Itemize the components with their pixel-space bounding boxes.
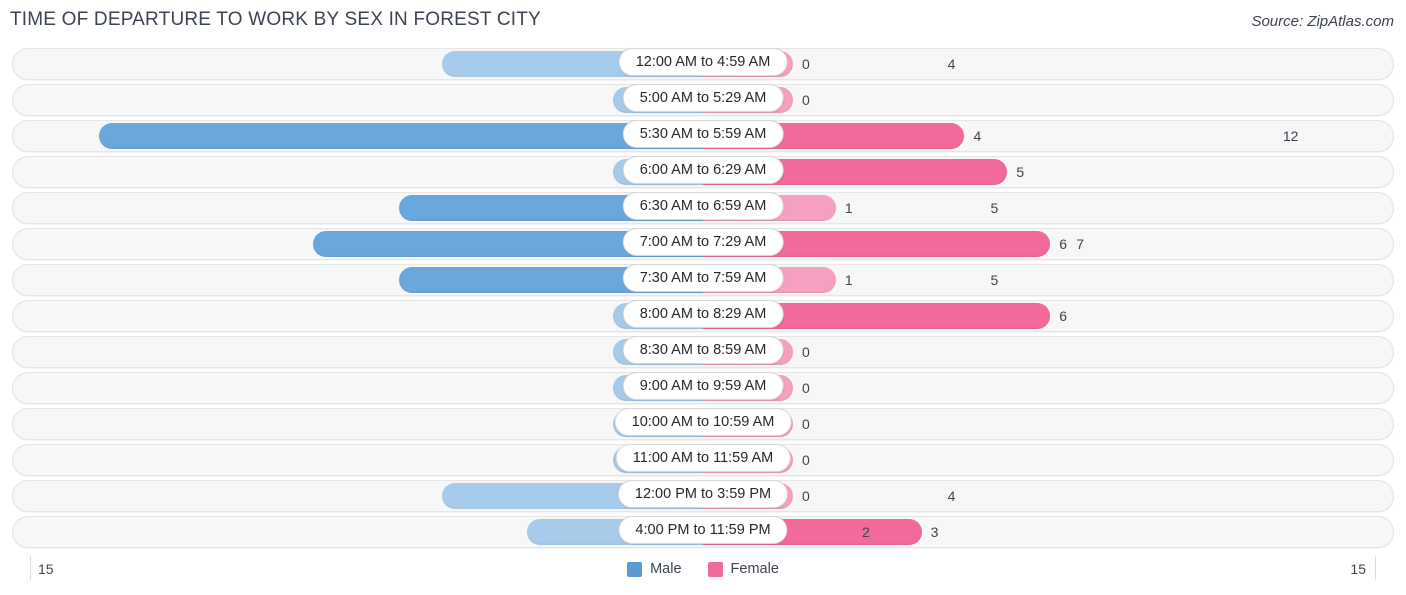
category-label: 8:00 AM to 8:29 AM: [622, 300, 784, 328]
chart-row: 009:00 AM to 9:59 AM: [0, 370, 1406, 406]
chart-row: 0010:00 AM to 10:59 AM: [0, 406, 1406, 442]
category-label: 9:00 AM to 9:59 AM: [622, 372, 784, 400]
bar-value-female: 0: [802, 416, 810, 432]
category-label: 8:30 AM to 8:59 AM: [622, 336, 784, 364]
bar-value-male: 12: [1282, 128, 1299, 144]
bar-value-male: 5: [990, 200, 999, 216]
bar-value-female: 6: [1059, 308, 1067, 324]
bar-value-male: 4: [947, 56, 956, 72]
chart-row: 12 4 5:30 AM to 5:59 AM: [0, 118, 1406, 154]
chart-row: 2 3 4:00 PM to 11:59 PM: [0, 514, 1406, 550]
category-label: 5:00 AM to 5:29 AM: [622, 84, 784, 112]
bar-value-female: 5: [1016, 164, 1025, 180]
category-label: 7:30 AM to 7:59 AM: [622, 264, 784, 292]
chart-header: TIME OF DEPARTURE TO WORK BY SEX IN FORE…: [0, 0, 1406, 44]
category-label: 6:30 AM to 6:59 AM: [622, 192, 784, 220]
bar-value-female: 0: [802, 344, 810, 360]
legend-label: Male: [650, 561, 682, 577]
bar-value-female: 0: [802, 488, 810, 504]
chart-plot-area: 4 0 12:00 AM to 4:59 AM 0 0 5:00 AM to 5:29 A…: [0, 46, 1406, 558]
chart-row: 068:00 AM to 8:29 AM: [0, 298, 1406, 334]
legend-swatch-icon: [707, 561, 723, 577]
category-label: 4:00 PM to 11:59 PM: [618, 516, 788, 544]
bar-male[interactable]: [98, 123, 703, 149]
chart-row: 4 0 12:00 PM to 3:59 PM: [0, 478, 1406, 514]
bar-value-female: 0: [802, 380, 810, 396]
bar-value-female: 4: [973, 128, 982, 144]
legend-swatch-icon: [627, 561, 643, 577]
bar-value-female: 0: [802, 452, 810, 468]
legend-item-female[interactable]: Female: [707, 561, 779, 577]
chart-row: 4 0 12:00 AM to 4:59 AM: [0, 46, 1406, 82]
source-attribution: Source: ZipAtlas.com: [1251, 13, 1394, 30]
chart-row: 008:30 AM to 8:59 AM: [0, 334, 1406, 370]
chart-row: 5 1 7:30 AM to 7:59 AM: [0, 262, 1406, 298]
category-label: 7:00 AM to 7:29 AM: [622, 228, 784, 256]
bar-value-male: 5: [990, 272, 999, 288]
category-label: 10:00 AM to 10:59 AM: [614, 408, 792, 436]
category-label: 6:00 AM to 6:29 AM: [622, 156, 784, 184]
chart-footer: 15 15 Male Female: [0, 556, 1406, 595]
chart-row: 005:00 AM to 5:29 AM: [0, 82, 1406, 118]
bar-value-female: 1: [844, 272, 853, 288]
legend-label: Female: [730, 561, 779, 577]
bar-value-female: 6: [1059, 236, 1067, 252]
legend-item-male[interactable]: Male: [627, 561, 682, 577]
chart-row: 7 6 7:00 AM to 7:29 AM: [0, 226, 1406, 262]
chart-row: 056:00 AM to 6:29 AM: [0, 154, 1406, 190]
category-label: 12:00 PM to 3:59 PM: [617, 480, 789, 508]
page-title: TIME OF DEPARTURE TO WORK BY SEX IN FORE…: [10, 9, 541, 30]
chart-row: 0011:00 AM to 11:59 AM: [0, 442, 1406, 478]
category-label: 11:00 AM to 11:59 AM: [615, 444, 791, 472]
chart-legend: Male Female: [0, 561, 1406, 577]
category-label: 12:00 AM to 4:59 AM: [618, 48, 788, 76]
bar-value-female: 0: [802, 92, 810, 108]
bar-value-female: 3: [930, 524, 939, 540]
chart-row: 5 1 6:30 AM to 6:59 AM: [0, 190, 1406, 226]
bar-value-female: 1: [844, 200, 853, 216]
bar-value-female: 0: [802, 56, 810, 72]
bar-value-male: 4: [947, 488, 956, 504]
category-label: 5:30 AM to 5:59 AM: [622, 120, 784, 148]
bar-value-male: 2: [861, 524, 870, 540]
